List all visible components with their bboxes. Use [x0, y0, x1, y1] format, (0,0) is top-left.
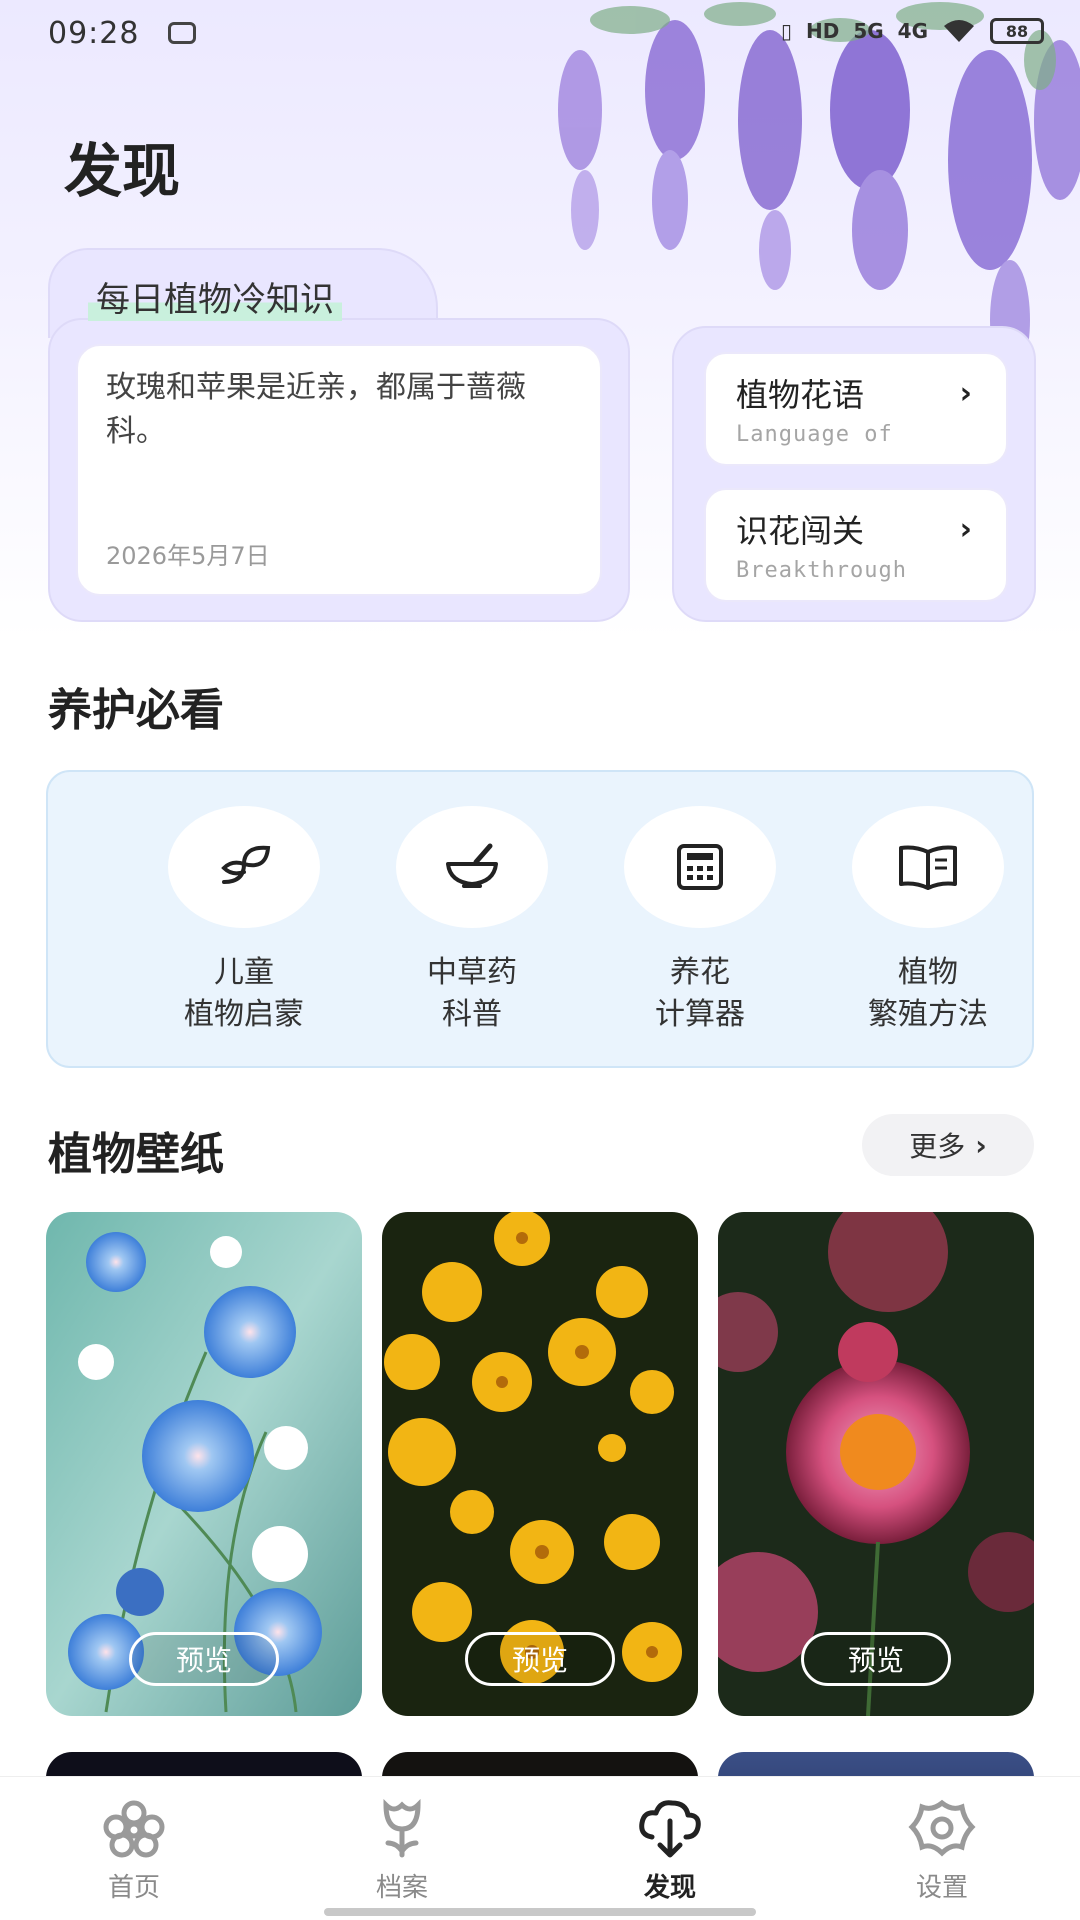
trivia-date: 2026年5月7日: [106, 542, 270, 570]
care-panel: 儿童 植物启蒙 中草药 科普 养花 计算器 植物 繁殖方法: [46, 770, 1034, 1068]
nav-settings[interactable]: 设置: [872, 1799, 1012, 1904]
wallpaper-section-title: 植物壁纸: [48, 1129, 224, 1180]
care-icon-circle: [624, 806, 776, 928]
nav-label: 设置: [915, 1873, 968, 1903]
nav-label: 档案: [375, 1873, 428, 1903]
link-subtitle: Language of: [736, 422, 893, 447]
care-icon-circle: [168, 806, 320, 928]
chevron-right-icon: ›: [959, 512, 972, 547]
nav-home[interactable]: 首页: [64, 1799, 204, 1904]
care-item-calculator[interactable]: 养花 计算器: [600, 806, 800, 1036]
battery-icon: 88: [990, 18, 1044, 44]
status-icons: ▯ HD 5G 4G 88: [781, 18, 1044, 44]
flower-language-link[interactable]: 植物花语 Language of ›: [704, 352, 1008, 466]
link-subtitle: Breakthrough: [736, 558, 907, 583]
nav-label: 发现: [643, 1873, 696, 1903]
care-item-herbal[interactable]: 中草药 科普: [372, 806, 572, 1036]
preview-button[interactable]: 预览: [129, 1632, 279, 1686]
sim2-signal-icon: 4G: [897, 19, 928, 43]
care-section-title: 养护必看: [48, 685, 224, 736]
open-book-icon: [899, 845, 957, 890]
vibrate-icon: ▯: [780, 19, 792, 43]
hd-icon: HD: [805, 19, 840, 43]
sim1-signal-icon: 5G: [853, 19, 884, 43]
tulip-icon: [383, 1798, 421, 1858]
trivia-content[interactable]: 玫瑰和苹果是近亲，都属于蔷薇科。 2026年5月7日: [76, 344, 602, 596]
care-icon-circle: [396, 806, 548, 928]
care-label: 中草药 科普: [427, 955, 517, 1032]
cast-icon: [168, 22, 196, 44]
discover-page: 09:28 ▯ HD 5G 4G 88 发现 每日植物冷知识 玫瑰和苹果是近亲，…: [0, 0, 1080, 1920]
chevron-right-icon: ›: [975, 1128, 987, 1162]
mortar-pestle-icon: [446, 843, 498, 888]
nav-label: 首页: [107, 1873, 160, 1903]
care-label: 儿童 植物启蒙: [184, 955, 304, 1032]
home-indicator[interactable]: [324, 1908, 756, 1916]
care-icon-circle: [852, 806, 1004, 928]
trivia-heading: 每日植物冷知识: [88, 272, 342, 321]
preview-button[interactable]: 预览: [801, 1632, 951, 1686]
more-label: 更多: [909, 1130, 966, 1163]
care-item-kids[interactable]: 儿童 植物启蒙: [144, 806, 344, 1036]
calculator-icon: [677, 844, 723, 890]
wifi-icon: [944, 20, 974, 42]
wallpaper-card[interactable]: 预览: [718, 1212, 1034, 1716]
wallpaper-card[interactable]: 预览: [46, 1212, 362, 1716]
nav-archive[interactable]: 档案: [332, 1798, 472, 1904]
preview-button[interactable]: 预览: [465, 1632, 615, 1686]
care-label: 养花 计算器: [655, 955, 745, 1032]
page-title: 发现: [64, 137, 181, 205]
bottom-nav: 首页 档案 发现 设置: [0, 1776, 1080, 1920]
quick-links-panel: 植物花语 Language of › 识花闯关 Breakthrough ›: [672, 326, 1036, 622]
chevron-right-icon: ›: [959, 376, 972, 411]
nav-discover[interactable]: 发现: [600, 1799, 740, 1904]
link-title: 植物花语: [736, 376, 865, 414]
sprout-icon: [221, 845, 271, 884]
more-button[interactable]: 更多 ›: [862, 1114, 1034, 1176]
gear-flower-icon: [908, 1799, 976, 1857]
care-item-propagation[interactable]: 植物 繁殖方法: [828, 806, 1028, 1036]
trivia-text: 玫瑰和苹果是近亲，都属于蔷薇科。: [106, 370, 526, 449]
status-time: 09:28: [48, 16, 140, 51]
wallpaper-card[interactable]: 预览: [382, 1212, 698, 1716]
link-title: 识花闯关: [736, 512, 865, 550]
care-label: 植物 繁殖方法: [868, 955, 988, 1032]
status-bar: 09:28 ▯ HD 5G 4G 88: [0, 0, 1080, 70]
flower-quiz-link[interactable]: 识花闯关 Breakthrough ›: [704, 488, 1008, 602]
tree-download-icon: [639, 1800, 701, 1858]
flower-icon: [103, 1800, 165, 1858]
